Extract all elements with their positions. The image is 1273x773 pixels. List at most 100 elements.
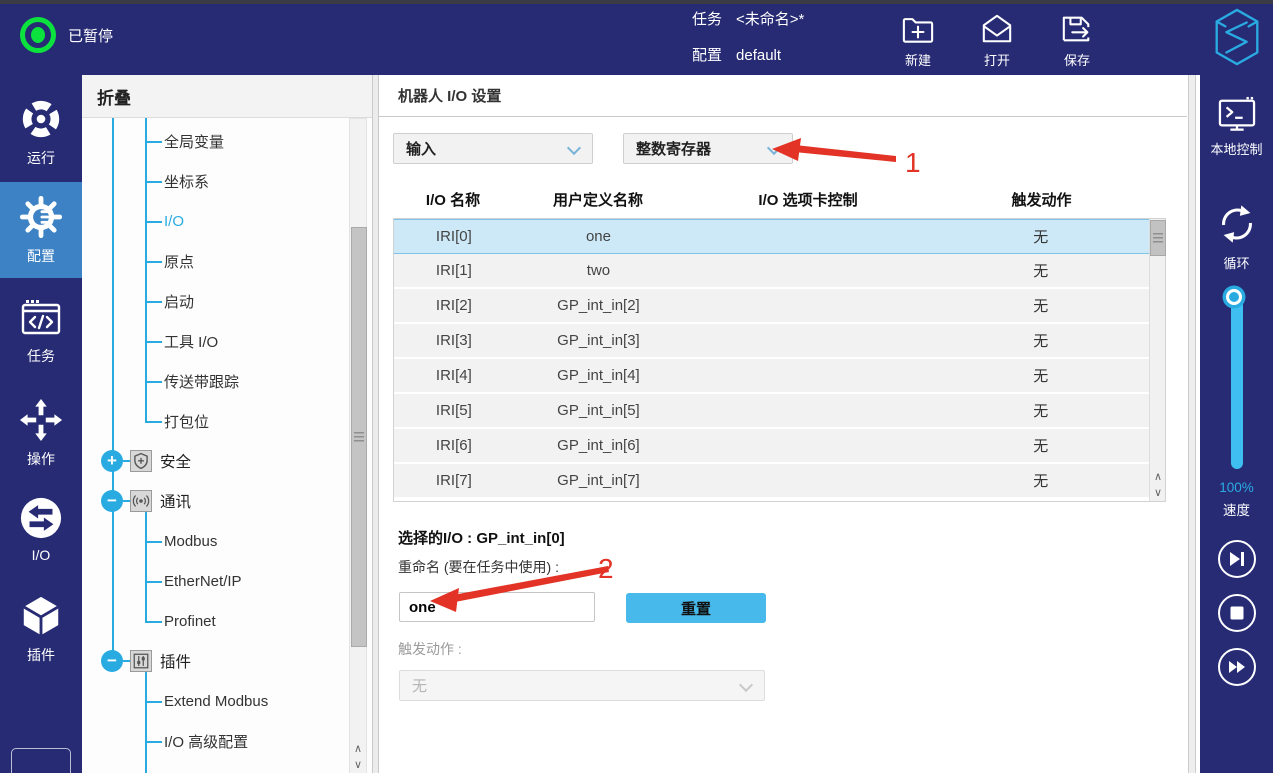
io-name-cell: IRI[1] — [394, 262, 514, 279]
sidebar-item-run[interactable]: 运行 — [0, 87, 82, 177]
new-button-label: 新建 — [905, 50, 931, 69]
tree-item-label: EtherNet/IP — [164, 573, 242, 590]
table-row[interactable]: IRI[1]two无 — [394, 254, 1149, 289]
tree-item[interactable]: 工具 I/O — [82, 321, 346, 361]
table-row[interactable]: IRI[0]one无 — [394, 219, 1149, 254]
tree-item[interactable]: + 安全 — [82, 441, 346, 481]
table-column-header: 用户定义名称 — [513, 189, 683, 210]
loop-label: 循环 — [1223, 253, 1249, 272]
trigger-action-select[interactable]: 无 — [399, 670, 765, 701]
tree-scrollbar[interactable]: ∧ ∨ — [349, 118, 367, 773]
tree-item[interactable]: 打包位 — [82, 401, 346, 441]
sidebar-item-plugin[interactable]: 插件 — [0, 584, 82, 674]
tree-item[interactable]: Modbus — [82, 521, 346, 561]
tree-item-label: 插件 — [160, 650, 191, 672]
trigger-action-value: 无 — [412, 675, 427, 696]
scroll-up-button[interactable]: ∧ — [1150, 468, 1166, 484]
sidebar-item-label: 操作 — [27, 449, 55, 469]
sidebar-item-label: 运行 — [27, 148, 55, 168]
local-control-button[interactable]: 本地控制 — [1200, 96, 1273, 158]
table-row[interactable]: IRI[5]GP_int_in[5]无 — [394, 394, 1149, 429]
tree-item-label: I/O 高级配置 — [164, 731, 248, 752]
scroll-up-button[interactable]: ∧ — [350, 740, 366, 756]
scroll-down-button[interactable]: ∨ — [1150, 484, 1166, 500]
skip-next-icon — [1229, 551, 1245, 567]
stop-button[interactable] — [1218, 594, 1256, 632]
sidebar-item-operate[interactable]: 操作 — [0, 388, 82, 478]
tree-item[interactable]: 坐标系 — [82, 161, 346, 201]
tree-item[interactable]: 传送带跟踪 — [82, 361, 346, 401]
sidebar-item-label: I/O — [32, 547, 51, 563]
fast-forward-button[interactable] — [1218, 648, 1256, 686]
sidebar-item-task[interactable]: 任务 — [0, 285, 82, 375]
tree-item[interactable]: 启动 — [82, 281, 346, 321]
chevron-down-icon — [567, 141, 581, 155]
user-name-cell: GP_int_in[6] — [514, 437, 684, 454]
sliders-icon — [130, 650, 152, 672]
step-button[interactable] — [1218, 540, 1256, 578]
io-name-cell: IRI[4] — [394, 367, 514, 384]
new-button[interactable]: 新建 — [890, 11, 946, 69]
user-name-cell: GP_int_in[5] — [514, 402, 684, 419]
tree-tick-line — [145, 741, 162, 743]
table-row[interactable]: IRI[2]GP_int_in[2]无 — [394, 289, 1149, 324]
loop-button[interactable]: 循环 — [1200, 202, 1273, 272]
tree-item[interactable]: 原点 — [82, 241, 346, 281]
tree-item-label: 安全 — [160, 450, 191, 472]
collapse-button[interactable]: 折叠 — [82, 75, 372, 118]
open-button[interactable]: 打开 — [969, 11, 1025, 69]
tree-content: 全局变量坐标系 I/O原点启动工具 I/O传送带跟踪打包位 + 安全 −通讯Modbus… — [82, 118, 372, 773]
sidebar-item-config[interactable]: 配置 — [0, 182, 82, 278]
local-control-label: 本地控制 — [1210, 139, 1262, 158]
user-name-cell: GP_int_in[3] — [514, 332, 684, 349]
tree-item[interactable]: Extend Modbus — [82, 681, 346, 721]
sidebar-bottom-button[interactable] — [11, 748, 71, 773]
table-row[interactable]: IRI[3]GP_int_in[3]无 — [394, 324, 1149, 359]
tree-item[interactable]: I/O — [82, 201, 346, 241]
gear-icon — [19, 194, 63, 240]
io-name-cell: IRI[0] — [394, 228, 514, 245]
tree-item[interactable]: − 插件 — [82, 641, 346, 681]
speed-slider-handle[interactable] — [1226, 289, 1242, 305]
tree-item[interactable]: 全局变量 — [82, 121, 346, 161]
tree-item[interactable]: EtherNet/IP — [82, 561, 346, 601]
collapse-icon[interactable]: − — [101, 490, 123, 512]
sidebar-item-io[interactable]: I/O — [0, 484, 82, 574]
trigger-cell: 无 — [933, 295, 1149, 316]
new-file-icon — [901, 11, 935, 47]
io-table: I/O 名称用户定义名称I/O 选项卡控制触发动作 IRI[0]one无IRI[… — [393, 180, 1166, 502]
terminal-icon — [1217, 96, 1257, 132]
panel-splitter-right[interactable] — [1188, 75, 1196, 773]
sidebar-item-label: 插件 — [27, 645, 55, 665]
table-row[interactable]: IRI[4]GP_int_in[4]无 — [394, 359, 1149, 394]
tree-item-label: 坐标系 — [164, 171, 209, 192]
topbar: 已暂停 任务<未命名>* 配置default 新建打开保存 — [0, 0, 1273, 75]
table-row[interactable]: IRI[6]GP_int_in[6]无 — [394, 429, 1149, 464]
speed-slider-track[interactable] — [1231, 297, 1243, 469]
main-body: 输入 整数寄存器 I/O 名称用户定义名称I/O 选项卡控制触发动作 IRI[0… — [372, 117, 1187, 773]
tree-item-label: Extend Modbus — [164, 693, 268, 710]
io-direction-select[interactable]: 输入 — [393, 133, 593, 164]
tree-item[interactable]: Profinet — [82, 601, 346, 641]
io-type-select[interactable]: 整数寄存器 — [623, 133, 793, 164]
tree-tick-line — [145, 381, 162, 383]
rename-input[interactable] — [399, 592, 595, 622]
table-scrollbar[interactable]: ∧ ∨ — [1149, 219, 1165, 501]
table-row[interactable]: IRI[7]GP_int_in[7]无 — [394, 464, 1149, 499]
tree-item[interactable]: I/O 高级配置 — [82, 721, 346, 761]
stop-icon — [1230, 606, 1244, 620]
tree-item[interactable]: −通讯 — [82, 481, 346, 521]
main-header: 机器人 I/O 设置 — [372, 75, 1187, 117]
reset-button[interactable]: 重置 — [626, 593, 766, 623]
collapse-icon[interactable]: − — [101, 650, 123, 672]
tree-tick-line — [123, 460, 130, 462]
save-button[interactable]: 保存 — [1049, 11, 1105, 69]
tree-tick-line — [145, 341, 162, 343]
tree-tick-line — [123, 500, 130, 502]
tree-scrollbar-thumb[interactable] — [351, 227, 367, 647]
table-scrollbar-thumb[interactable] — [1150, 220, 1166, 256]
tree-item-label: 全局变量 — [164, 131, 224, 152]
scroll-down-button[interactable]: ∨ — [350, 756, 366, 772]
panel-splitter-left[interactable] — [372, 75, 379, 773]
expand-icon[interactable]: + — [101, 450, 123, 472]
